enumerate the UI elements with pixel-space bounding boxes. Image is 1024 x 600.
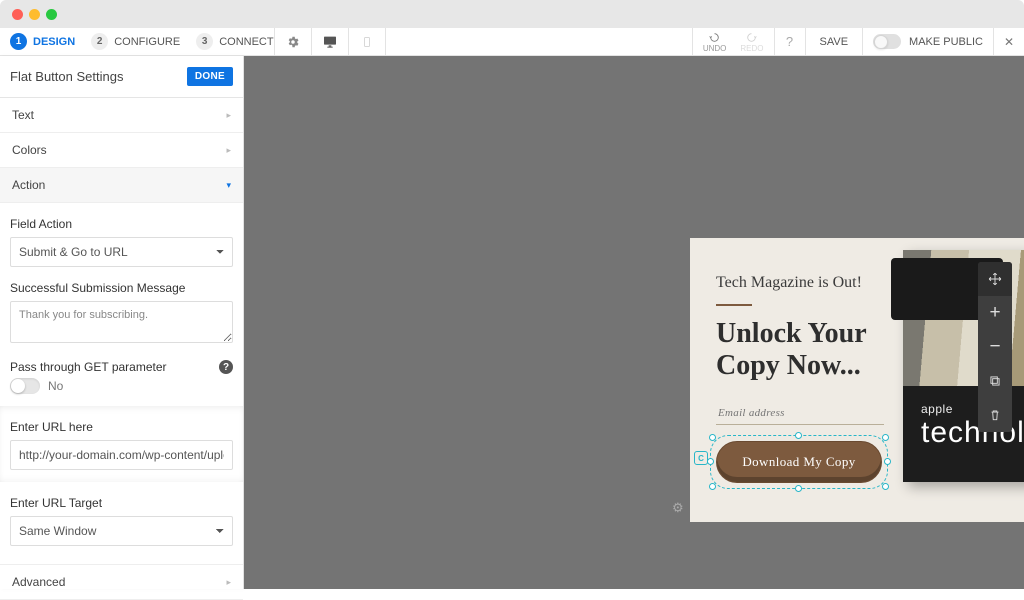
url-target-select[interactable]: Same Window <box>10 516 233 546</box>
window-minimize-dot[interactable] <box>29 9 40 20</box>
copy-badge-icon[interactable]: C <box>694 451 708 465</box>
save-button[interactable]: SAVE <box>806 36 863 48</box>
make-public-toggle-group: MAKE PUBLIC <box>863 34 993 49</box>
make-public-toggle[interactable] <box>873 34 901 49</box>
resize-handle[interactable] <box>882 434 889 441</box>
delete-tool[interactable] <box>978 398 1012 432</box>
step-number: 3 <box>196 33 213 50</box>
step-label: CONNECT <box>219 36 273 48</box>
undo-button[interactable]: UNDO <box>703 31 727 53</box>
url-target-label: Enter URL Target <box>10 496 233 510</box>
steps-nav: 1 DESIGN 2 CONFIGURE 3 CONNECT <box>0 33 274 50</box>
step-number: 1 <box>10 33 27 50</box>
resize-handle[interactable] <box>882 483 889 490</box>
window-close-dot[interactable] <box>12 9 23 20</box>
passthrough-label: Pass through GET parameter <box>10 360 167 374</box>
passthrough-toggle[interactable] <box>10 378 40 394</box>
settings-sidebar: Flat Button Settings DONE Text ▸ Colors … <box>0 56 244 589</box>
field-action-section: Field Action Submit & Go to URL <box>0 203 243 267</box>
chevron-right-icon: ▸ <box>226 577 231 588</box>
step-label: DESIGN <box>33 36 75 48</box>
download-button[interactable]: Download My Copy <box>716 441 882 483</box>
accordion-text[interactable]: Text ▸ <box>0 98 243 133</box>
accordion-colors[interactable]: Colors ▸ <box>0 133 243 168</box>
help-icon[interactable]: ? <box>219 360 233 374</box>
email-input[interactable] <box>716 402 884 425</box>
panel-title: Flat Button Settings <box>10 69 123 84</box>
duplicate-tool[interactable] <box>978 364 1012 398</box>
step-number: 2 <box>91 33 108 50</box>
resize-handle[interactable] <box>795 485 802 492</box>
mobile-icon[interactable] <box>349 35 385 49</box>
success-msg-section: Successful Submission Message Thank you … <box>0 267 243 346</box>
passthrough-value: No <box>48 379 63 393</box>
undo-redo-group: UNDO REDO <box>693 31 774 53</box>
gear-icon[interactable] <box>275 35 311 49</box>
success-msg-label: Successful Submission Message <box>10 281 233 295</box>
help-icon[interactable]: ? <box>775 34 805 49</box>
passthrough-section: Pass through GET parameter ? No <box>0 346 243 394</box>
popup-preview[interactable]: ⚙ Tech Magazine is Out! Unlock YourCopy … <box>690 238 1024 522</box>
url-section: Enter URL here <box>0 406 243 482</box>
step-configure[interactable]: 2 CONFIGURE <box>91 33 180 50</box>
step-label: CONFIGURE <box>114 36 180 48</box>
url-target-section: Enter URL Target Same Window <box>0 482 243 546</box>
top-toolbar: 1 DESIGN 2 CONFIGURE 3 CONNECT UNDO REDO <box>0 28 1024 56</box>
selected-button-wrap[interactable]: C Download My Copy <box>716 441 882 483</box>
move-tool[interactable] <box>978 262 1012 296</box>
resize-handle[interactable] <box>884 458 891 465</box>
make-public-label: MAKE PUBLIC <box>909 36 983 48</box>
chevron-down-icon: ▾ <box>226 180 231 191</box>
canvas[interactable]: ⚙ Tech Magazine is Out! Unlock YourCopy … <box>244 56 1024 589</box>
done-button[interactable]: DONE <box>187 67 233 86</box>
resize-handle[interactable] <box>709 483 716 490</box>
accordion-action[interactable]: Action ▾ <box>0 168 243 203</box>
gear-icon[interactable]: ⚙ <box>672 500 684 516</box>
step-design[interactable]: 1 DESIGN <box>10 33 75 50</box>
chevron-right-icon: ▸ <box>226 110 231 121</box>
window-chrome <box>0 0 1024 28</box>
redo-button[interactable]: REDO <box>740 31 763 53</box>
accordion-advanced[interactable]: Advanced ▸ <box>0 564 243 600</box>
divider <box>716 304 752 306</box>
url-label: Enter URL here <box>10 420 233 434</box>
chevron-right-icon: ▸ <box>226 145 231 156</box>
remove-tool[interactable]: − <box>978 330 1012 364</box>
success-msg-textarea[interactable]: Thank you for subscribing. <box>10 301 233 343</box>
field-action-select[interactable]: Submit & Go to URL <box>10 237 233 267</box>
window-zoom-dot[interactable] <box>46 9 57 20</box>
desktop-icon[interactable] <box>312 34 348 50</box>
add-tool[interactable]: + <box>978 296 1012 330</box>
close-button[interactable]: ✕ <box>994 35 1024 49</box>
field-action-label: Field Action <box>10 217 233 231</box>
canvas-tools: + − <box>978 262 1012 432</box>
step-connect[interactable]: 3 CONNECT <box>196 33 273 50</box>
url-input[interactable] <box>10 440 233 470</box>
